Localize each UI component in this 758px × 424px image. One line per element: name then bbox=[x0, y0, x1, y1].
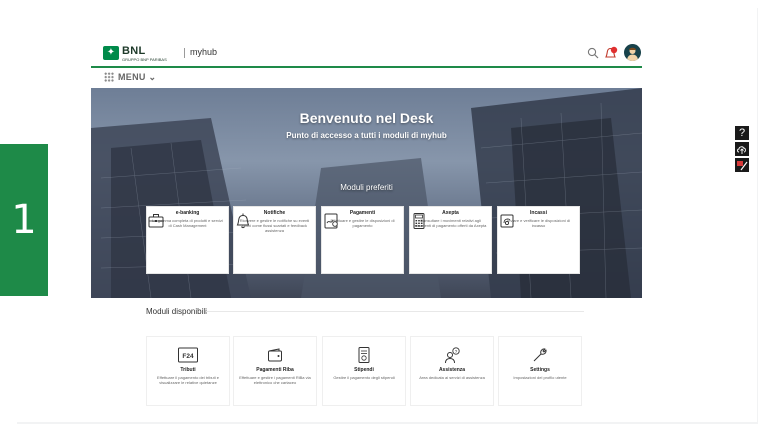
notification-bell-icon[interactable] bbox=[603, 45, 619, 61]
slide-number: 1 bbox=[0, 144, 48, 296]
briefcase-icon bbox=[148, 214, 164, 228]
annotate-icon[interactable] bbox=[735, 158, 749, 172]
module-tile-assistenza[interactable]: ? Assistenza Area dedicata ai servizi di… bbox=[410, 336, 494, 406]
tile-description: Gestire il pagamento degli stipendi bbox=[333, 375, 395, 380]
star-icon: ✦ bbox=[106, 47, 116, 58]
f24-label: F24 bbox=[182, 353, 194, 360]
side-toolbar: ? bbox=[735, 126, 751, 174]
hero-subtitle: Punto di accesso a tutti i moduli di myh… bbox=[286, 131, 447, 140]
tile-description: Effettuare e gestire i pagamenti RiBa vi… bbox=[239, 375, 311, 385]
module-tile-settings[interactable]: Settings Impostazioni del profilo utente bbox=[498, 336, 582, 406]
bell-icon bbox=[236, 213, 250, 229]
app-header: ✦ BNL GRUPPO BNP PARIBAS myhub bbox=[91, 38, 642, 68]
tile-description: Area dedicata ai servizi di assistenza bbox=[419, 375, 485, 380]
tile-name: Assistenza bbox=[438, 367, 466, 373]
help-glyph: ? bbox=[738, 126, 746, 139]
cloud-upload-icon[interactable] bbox=[735, 142, 749, 156]
menu-label: MENU bbox=[118, 72, 146, 82]
favorite-tile-notifiche[interactable]: Notifiche Ricevere e gestire le notifich… bbox=[233, 206, 316, 274]
modules-section-title: Moduli disponibili bbox=[146, 307, 207, 316]
favorites-title: Moduli preferiti bbox=[340, 183, 393, 192]
module-tile-tributi[interactable]: F24 Tributi Effettuare il pagamento dei … bbox=[146, 336, 230, 406]
favorite-tile-pagamenti[interactable]: Pagamenti Effettuare e gestire le dispos… bbox=[321, 206, 404, 274]
collection-icon bbox=[500, 214, 514, 228]
module-tile-pagamenti-riba[interactable]: Pagamenti Riba Effettuare e gestire i pa… bbox=[233, 336, 317, 406]
grid-icon bbox=[104, 72, 114, 82]
app-name: myhub bbox=[190, 47, 218, 57]
wrench-icon bbox=[533, 348, 547, 362]
svg-text:?: ? bbox=[455, 349, 458, 354]
payment-icon bbox=[324, 213, 338, 229]
menu-bar[interactable]: MENU ⌄ bbox=[91, 70, 642, 86]
brand-divider bbox=[184, 48, 185, 58]
brand-name: BNL bbox=[122, 45, 146, 57]
user-avatar[interactable] bbox=[624, 44, 641, 61]
payslip-icon bbox=[358, 347, 370, 363]
tile-description: Impostazioni del profilo utente bbox=[513, 375, 567, 380]
bnl-logo[interactable]: ✦ bbox=[103, 46, 119, 60]
tile-name: Settings bbox=[530, 367, 550, 373]
module-tile-stipendi[interactable]: Stipendi Gestire il pagamento degli stip… bbox=[322, 336, 406, 406]
header-underline bbox=[91, 66, 642, 68]
menu-toggle[interactable]: MENU ⌄ bbox=[118, 72, 156, 83]
hero-banner: Benvenuto nel Desk Punto di accesso a tu… bbox=[91, 88, 642, 298]
search-icon[interactable] bbox=[587, 47, 599, 59]
tile-description: Effettuare il pagamento dei tributi e vi… bbox=[157, 375, 219, 385]
tile-name: Pagamenti Riba bbox=[256, 367, 294, 373]
calculator-icon bbox=[413, 213, 425, 229]
help-icon[interactable]: ? bbox=[735, 126, 749, 140]
chevron-down-icon: ⌄ bbox=[148, 72, 157, 82]
tile-name: Tributi bbox=[180, 367, 196, 373]
f24-icon: F24 bbox=[178, 347, 198, 363]
tile-name: Stipendi bbox=[354, 367, 374, 373]
modules-divider bbox=[206, 311, 584, 312]
hero-title: Benvenuto nel Desk bbox=[299, 110, 434, 126]
favorite-tile-axepta[interactable]: Axepta Consultare i movimenti relativi a… bbox=[409, 206, 492, 274]
favorite-tile-e-banking[interactable]: e-banking La gamma completa di prodotti … bbox=[146, 206, 229, 274]
wallet-icon bbox=[268, 348, 282, 362]
support-icon: ? bbox=[445, 347, 460, 364]
favorite-tile-incassi[interactable]: Incassi Inviare e verificare le disposiz… bbox=[497, 206, 580, 274]
brand-subtitle: GRUPPO BNP PARIBAS bbox=[122, 57, 167, 62]
